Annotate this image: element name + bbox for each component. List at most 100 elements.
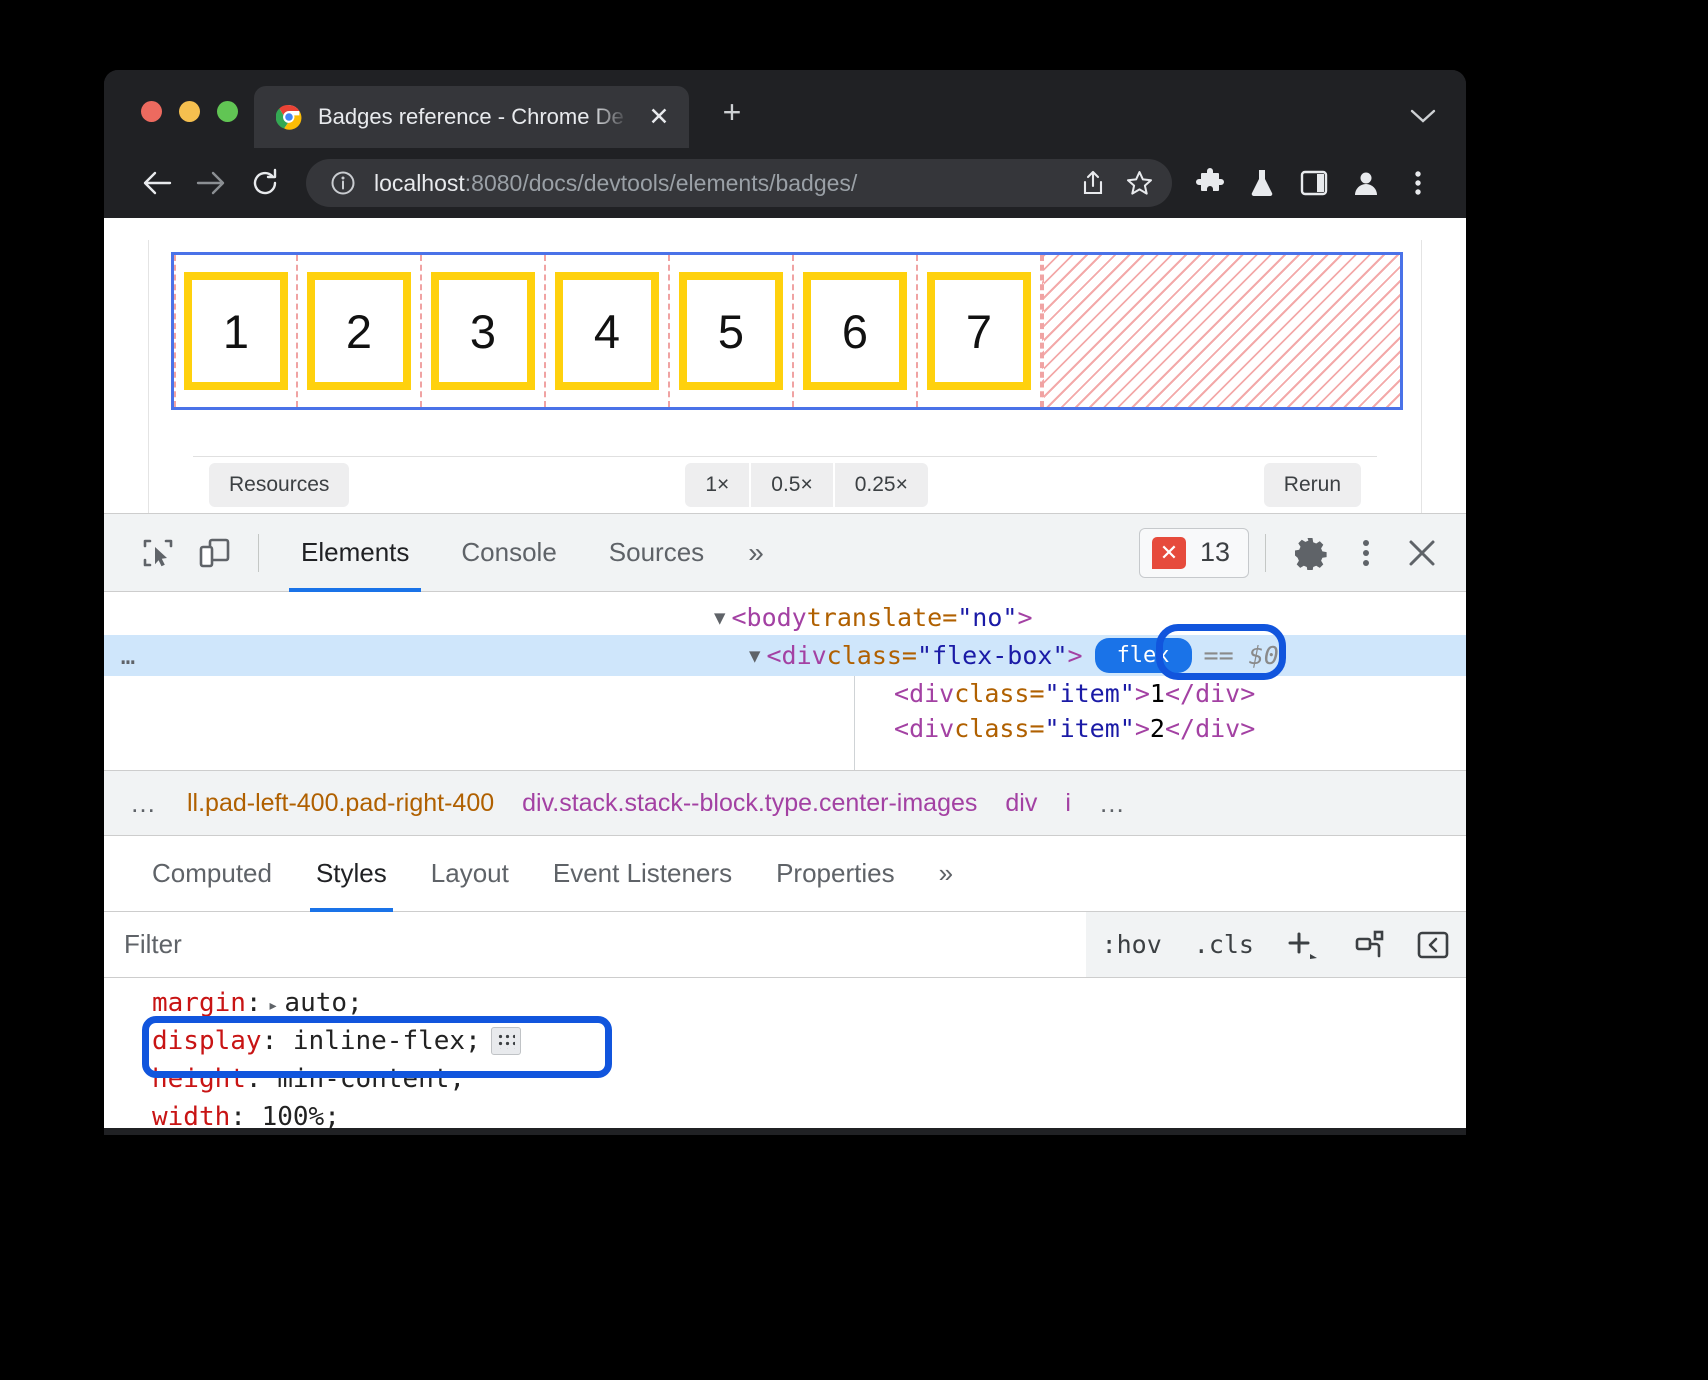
- tab-console[interactable]: Console: [435, 514, 582, 592]
- tab-sources[interactable]: Sources: [583, 514, 730, 592]
- tab-computed[interactable]: Computed: [130, 836, 294, 912]
- reload-button[interactable]: [238, 160, 292, 206]
- new-tab-button[interactable]: +: [715, 96, 749, 128]
- page-content: 1 2 3 4 5 6 7 Resources 1× 0.5× 0.25× Re…: [148, 240, 1422, 513]
- css-declaration-width[interactable]: width: 100%;: [152, 1098, 1466, 1128]
- attr-value[interactable]: "flex-box": [917, 641, 1068, 670]
- toggle-sidebar-icon[interactable]: [1400, 929, 1466, 961]
- puzzle-icon[interactable]: [1184, 168, 1236, 198]
- flex-item-label: 1: [184, 272, 288, 390]
- tab-layout[interactable]: Layout: [409, 836, 531, 912]
- css-declaration-height[interactable]: height: min-content;: [152, 1060, 1466, 1098]
- dom-row-flex-box[interactable]: … ▼ <div class="flex-box"> flex == $0: [104, 635, 1466, 676]
- more-sidebar-tabs-button[interactable]: »: [917, 836, 975, 912]
- css-declaration-margin[interactable]: margin:▸auto;: [152, 984, 1466, 1022]
- node-text: 2: [1150, 714, 1165, 743]
- flask-icon[interactable]: [1236, 168, 1288, 198]
- row-gutter-dots[interactable]: …: [104, 642, 154, 670]
- inspect-element-icon[interactable]: [130, 525, 186, 581]
- flex-item: 7: [918, 255, 1042, 407]
- flex-item-label: 3: [431, 272, 535, 390]
- tab-properties[interactable]: Properties: [754, 836, 917, 912]
- attr-value[interactable]: "no": [957, 603, 1017, 632]
- attr-name[interactable]: class=: [954, 714, 1044, 743]
- new-style-rule-button[interactable]: [1270, 930, 1336, 960]
- attr-value[interactable]: "item": [1045, 714, 1135, 743]
- dom-row-item-2[interactable]: <div class="item">2</div>: [104, 711, 1466, 746]
- zoom-0.25x-button[interactable]: 0.25×: [835, 463, 928, 507]
- css-property-name[interactable]: display: [152, 1026, 262, 1056]
- info-circle-icon[interactable]: [328, 170, 358, 196]
- css-property-value[interactable]: min-content: [277, 1064, 449, 1094]
- dom-row-body[interactable]: ▼ <body translate="no">: [104, 600, 1466, 635]
- browser-tab[interactable]: Badges reference - Chrome De ✕: [254, 86, 689, 148]
- zoom-1x-button[interactable]: 1×: [685, 463, 749, 507]
- breadcrumb-overflow-left[interactable]: …: [130, 788, 159, 819]
- breadcrumb-item[interactable]: ll.pad-left-400.pad-right-400: [187, 789, 494, 818]
- url-path: :8080/docs/devtools/elements/badges/: [465, 170, 858, 196]
- css-property-value[interactable]: 100%: [262, 1102, 325, 1128]
- more-tabs-button[interactable]: »: [730, 537, 782, 569]
- expand-triangle[interactable]: ▼: [749, 645, 760, 667]
- tab-styles[interactable]: Styles: [294, 836, 409, 912]
- css-property-value[interactable]: inline-flex: [293, 1026, 465, 1056]
- star-icon[interactable]: [1124, 170, 1154, 196]
- css-property-value[interactable]: auto: [284, 988, 347, 1018]
- tab-elements[interactable]: Elements: [275, 514, 435, 592]
- breadcrumb-overflow-right[interactable]: …: [1099, 788, 1128, 819]
- forward-button[interactable]: [184, 160, 238, 206]
- flex-item-label: 2: [307, 272, 411, 390]
- dom-breadcrumb: … ll.pad-left-400.pad-right-400 div.stac…: [104, 770, 1466, 836]
- attr-name[interactable]: translate=: [807, 603, 958, 632]
- device-toolbar-icon[interactable]: [186, 525, 242, 581]
- tag-name: div: [909, 679, 954, 708]
- flex-badge[interactable]: flex: [1095, 638, 1192, 673]
- new-style-rule-icon[interactable]: [1336, 929, 1400, 961]
- address-bar[interactable]: localhost:8080/docs/devtools/elements/ba…: [306, 159, 1172, 207]
- hov-button[interactable]: :hov: [1086, 930, 1178, 959]
- css-declaration-display[interactable]: display: inline-flex;: [152, 1022, 1466, 1060]
- dom-row-item-1[interactable]: <div class="item">1</div>: [104, 676, 1466, 711]
- gear-icon[interactable]: [1282, 525, 1338, 581]
- resources-button[interactable]: Resources: [209, 463, 349, 507]
- toolbar-divider: [258, 534, 259, 572]
- flexbox-editor-icon[interactable]: [491, 1027, 521, 1055]
- tab-search-button[interactable]: [1410, 107, 1436, 130]
- close-icon[interactable]: [1394, 525, 1450, 581]
- avatar-icon[interactable]: [1340, 168, 1392, 198]
- error-count-badge[interactable]: ✕ 13: [1139, 528, 1249, 578]
- tag-name: div: [782, 641, 827, 670]
- url-text: localhost:8080/docs/devtools/elements/ba…: [374, 170, 1062, 197]
- three-dot-menu-icon[interactable]: [1338, 525, 1394, 581]
- flex-item: 6: [794, 255, 918, 407]
- maximize-window-button[interactable]: [217, 101, 238, 122]
- zoom-0.5x-button[interactable]: 0.5×: [751, 463, 832, 507]
- cls-button[interactable]: .cls: [1178, 930, 1270, 959]
- minimize-window-button[interactable]: [179, 101, 200, 122]
- close-window-button[interactable]: [141, 101, 162, 122]
- attr-name[interactable]: class=: [954, 679, 1044, 708]
- flex-item-label: 6: [803, 272, 907, 390]
- attr-name[interactable]: class=: [827, 641, 917, 670]
- rerun-button[interactable]: Rerun: [1264, 463, 1361, 507]
- filter-input[interactable]: [104, 912, 1086, 977]
- attr-value[interactable]: "item": [1045, 679, 1135, 708]
- flex-item: 4: [546, 255, 670, 407]
- breadcrumb-item[interactable]: div: [1005, 789, 1037, 818]
- css-property-name[interactable]: height: [152, 1064, 246, 1094]
- expand-shorthand-icon[interactable]: ▸: [262, 995, 285, 1016]
- side-panel-icon[interactable]: [1288, 169, 1340, 197]
- back-button[interactable]: [130, 160, 184, 206]
- expand-triangle[interactable]: ▼: [714, 607, 725, 629]
- breadcrumb-item[interactable]: i: [1065, 789, 1071, 818]
- breadcrumb-item[interactable]: div.stack.stack--block.type.center-image…: [522, 789, 977, 818]
- css-property-name[interactable]: margin: [152, 988, 246, 1018]
- three-dot-menu-icon[interactable]: [1392, 168, 1444, 198]
- tab-event-listeners[interactable]: Event Listeners: [531, 836, 754, 912]
- tag-close: >: [1135, 714, 1150, 743]
- dom-tree: ▼ <body translate="no"> … ▼ <div class="…: [104, 592, 1466, 770]
- css-property-name[interactable]: width: [152, 1102, 230, 1128]
- share-icon[interactable]: [1078, 170, 1108, 196]
- flex-free-space-overlay: [1042, 255, 1400, 407]
- close-tab-button[interactable]: ✕: [645, 105, 673, 130]
